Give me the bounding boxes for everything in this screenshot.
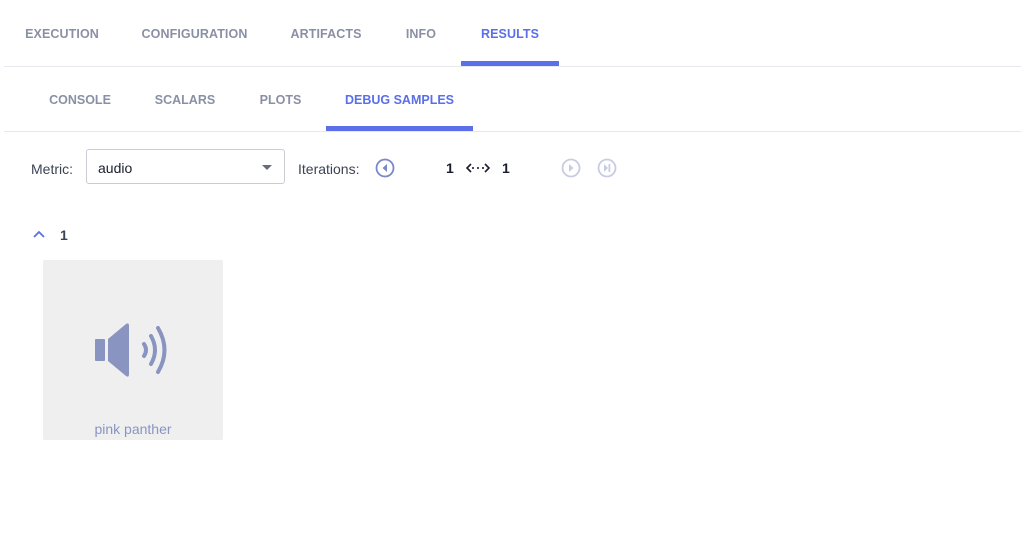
next-iteration-button[interactable] (561, 158, 581, 178)
speaker-icon (95, 323, 167, 377)
tab-execution[interactable]: EXECUTION (4, 0, 120, 66)
chevron-up-icon[interactable] (32, 229, 46, 239)
metric-select-value: audio (98, 160, 133, 176)
tab-info[interactable]: INFO (389, 0, 453, 66)
range-arrow-icon (466, 163, 490, 173)
iteration-group-title: 1 (60, 227, 68, 243)
tab-results[interactable]: RESULTS (461, 0, 559, 66)
main-tabs: EXECUTION CONFIGURATION ARTIFACTS INFO R… (4, 0, 1021, 67)
chevron-down-icon (262, 165, 272, 170)
subtab-console[interactable]: CONSOLE (34, 67, 126, 131)
metric-label: Metric: (31, 161, 73, 177)
last-iteration-button[interactable] (597, 158, 617, 178)
iteration-start: 1 (446, 160, 454, 176)
debug-samples-toolbar: Metric: audio Iterations: 1 1 (0, 148, 1021, 188)
results-subtabs: CONSOLE SCALARS PLOTS DEBUG SAMPLES (4, 67, 1021, 132)
subtab-debug-samples[interactable]: DEBUG SAMPLES (326, 67, 473, 131)
iterations-label: Iterations: (298, 161, 360, 177)
subtab-scalars[interactable]: SCALARS (140, 67, 230, 131)
sample-caption: pink panther (94, 421, 172, 437)
metric-select[interactable]: audio (86, 149, 285, 184)
previous-iteration-button[interactable] (375, 158, 395, 178)
tab-configuration[interactable]: CONFIGURATION (128, 0, 261, 66)
iteration-end: 1 (502, 160, 510, 176)
tab-artifacts[interactable]: ARTIFACTS (276, 0, 376, 66)
debug-sample-card[interactable]: pink panther (43, 260, 223, 440)
subtab-plots[interactable]: PLOTS (244, 67, 317, 131)
